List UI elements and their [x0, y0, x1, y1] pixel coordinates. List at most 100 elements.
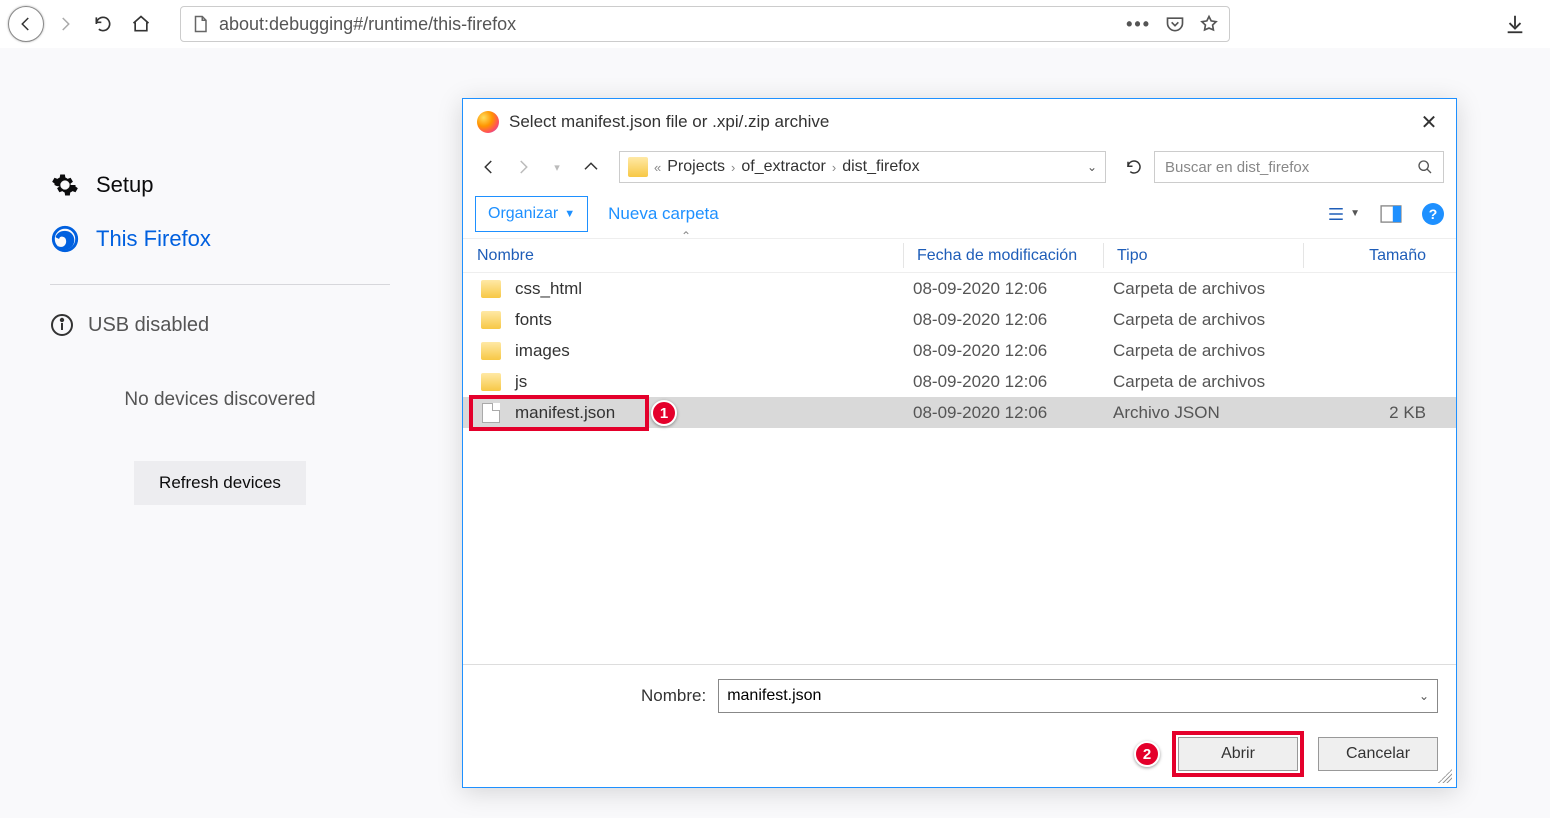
folder-icon: [481, 342, 501, 360]
view-mode-button[interactable]: ▼: [1326, 205, 1360, 223]
no-devices-text: No devices discovered: [50, 389, 390, 411]
refresh-devices-button[interactable]: Refresh devices: [134, 461, 306, 505]
file-type: Carpeta de archivos: [1113, 372, 1313, 392]
refresh-icon[interactable]: [1120, 153, 1148, 181]
file-name: images: [515, 341, 913, 361]
file-row[interactable]: images08-09-2020 12:06Carpeta de archivo…: [463, 335, 1456, 366]
search-placeholder: Buscar en dist_firefox: [1165, 159, 1309, 176]
gear-icon: [50, 170, 80, 200]
nav-back-icon[interactable]: [475, 153, 503, 181]
organize-label: Organizar: [488, 205, 558, 223]
debugging-sidebar: Setup This Firefox USB disabled No devic…: [0, 48, 440, 818]
callout-badge-1: 1: [651, 400, 677, 426]
file-name: fonts: [515, 310, 913, 330]
browser-toolbar: about:debugging#/runtime/this-firefox ••…: [0, 0, 1550, 48]
folder-icon: [481, 311, 501, 329]
crumb-item[interactable]: Projects: [667, 158, 725, 176]
chevron-down-icon[interactable]: ⌄: [1419, 689, 1429, 703]
folder-icon: [481, 373, 501, 391]
firefox-icon: [477, 111, 499, 133]
callout-highlight-2: Abrir: [1172, 731, 1304, 777]
cancel-button[interactable]: Cancelar: [1318, 737, 1438, 771]
file-date: 08-09-2020 12:06: [913, 310, 1113, 330]
more-icon[interactable]: •••: [1126, 14, 1151, 35]
file-type: Carpeta de archivos: [1113, 279, 1313, 299]
url-text: about:debugging#/runtime/this-firefox: [219, 14, 516, 35]
file-name: css_html: [515, 279, 913, 299]
resize-grip-icon[interactable]: [1438, 769, 1452, 783]
help-icon[interactable]: ?: [1422, 203, 1444, 225]
crumb-item[interactable]: dist_firefox: [842, 158, 919, 176]
open-button[interactable]: Abrir: [1178, 737, 1298, 771]
search-input[interactable]: Buscar en dist_firefox: [1154, 151, 1444, 183]
sort-indicator-icon: ⌃: [681, 229, 691, 243]
info-icon: [50, 313, 74, 337]
file-icon: [482, 403, 500, 423]
filename-input[interactable]: manifest.json ⌄: [718, 679, 1438, 713]
col-size[interactable]: Tamaño: [1303, 247, 1456, 265]
new-folder-button[interactable]: Nueva carpeta: [608, 204, 719, 224]
pocket-icon[interactable]: [1165, 14, 1185, 34]
nav-forward-icon: [509, 153, 537, 181]
organize-button[interactable]: Organizar ▼: [475, 196, 588, 232]
sidebar-item-label: Setup: [96, 172, 154, 198]
breadcrumb[interactable]: « Projects › of_extractor › dist_firefox…: [619, 151, 1106, 183]
chevron-right-icon: ›: [832, 160, 836, 175]
url-bar[interactable]: about:debugging#/runtime/this-firefox ••…: [180, 6, 1230, 42]
dialog-title-text: Select manifest.json file or .xpi/.zip a…: [509, 112, 829, 132]
file-open-dialog: Select manifest.json file or .xpi/.zip a…: [462, 98, 1457, 788]
chevron-down-icon[interactable]: ⌄: [1087, 160, 1097, 174]
file-type: Carpeta de archivos: [1113, 310, 1313, 330]
sidebar-item-setup[interactable]: Setup: [50, 158, 390, 212]
file-date: 08-09-2020 12:06: [913, 341, 1113, 361]
chevron-right-icon: ›: [731, 160, 735, 175]
file-row[interactable]: css_html08-09-2020 12:06Carpeta de archi…: [463, 273, 1456, 304]
filename-label: Nombre:: [641, 686, 706, 706]
preview-pane-button[interactable]: [1380, 205, 1402, 223]
crumb-item[interactable]: of_extractor: [741, 158, 825, 176]
file-row[interactable]: fonts08-09-2020 12:06Carpeta de archivos: [463, 304, 1456, 335]
chevron-down-icon: ▼: [1350, 208, 1360, 219]
nav-forward-button[interactable]: [48, 7, 82, 41]
usb-status-text: USB disabled: [88, 314, 209, 337]
file-size: 2 KB: [1313, 403, 1456, 423]
col-type[interactable]: Tipo: [1103, 247, 1303, 265]
file-date: 08-09-2020 12:06: [913, 279, 1113, 299]
dialog-footer: Nombre: manifest.json ⌄ 2 Abrir Cancelar: [463, 664, 1456, 787]
callout-badge-2: 2: [1134, 741, 1160, 767]
bookmark-star-icon[interactable]: [1199, 14, 1219, 34]
file-date: 08-09-2020 12:06: [913, 403, 1113, 423]
file-type: Carpeta de archivos: [1113, 341, 1313, 361]
firefox-icon: [50, 224, 80, 254]
downloads-icon[interactable]: [1498, 7, 1532, 41]
folder-icon: [628, 157, 648, 177]
chevron-down-icon: ▼: [564, 208, 575, 220]
sidebar-item-this-firefox[interactable]: This Firefox: [50, 212, 390, 266]
nav-up-icon[interactable]: [577, 153, 605, 181]
chevron-left-icon: «: [654, 160, 661, 175]
dialog-nav: ▾ « Projects › of_extractor › dist_firef…: [463, 145, 1456, 189]
search-icon: [1417, 159, 1433, 175]
col-name[interactable]: Nombre: [463, 247, 903, 265]
file-row[interactable]: manifest.json08-09-2020 12:06Archivo JSO…: [463, 397, 1456, 428]
sidebar-separator: [50, 284, 390, 285]
col-date[interactable]: Fecha de modificación: [903, 247, 1103, 265]
chevron-down-icon[interactable]: ▾: [543, 153, 571, 181]
file-list-header: ⌃ Nombre Fecha de modificación Tipo Tama…: [463, 239, 1456, 273]
nav-home-button[interactable]: [124, 7, 158, 41]
folder-icon: [481, 280, 501, 298]
file-row[interactable]: js08-09-2020 12:06Carpeta de archivos: [463, 366, 1456, 397]
file-name: js: [515, 372, 913, 392]
file-date: 08-09-2020 12:06: [913, 372, 1113, 392]
file-name: manifest.json: [515, 403, 913, 423]
dialog-titlebar: Select manifest.json file or .xpi/.zip a…: [463, 99, 1456, 145]
sidebar-item-label: This Firefox: [96, 226, 211, 252]
filename-value: manifest.json: [727, 687, 821, 705]
file-type: Archivo JSON: [1113, 403, 1313, 423]
nav-reload-button[interactable]: [86, 7, 120, 41]
nav-back-button[interactable]: [8, 6, 44, 42]
file-list[interactable]: css_html08-09-2020 12:06Carpeta de archi…: [463, 273, 1456, 664]
close-icon[interactable]: ✕: [1416, 110, 1442, 135]
dialog-toolbar: Organizar ▼ Nueva carpeta ▼ ?: [463, 189, 1456, 239]
page-icon: [191, 14, 209, 34]
